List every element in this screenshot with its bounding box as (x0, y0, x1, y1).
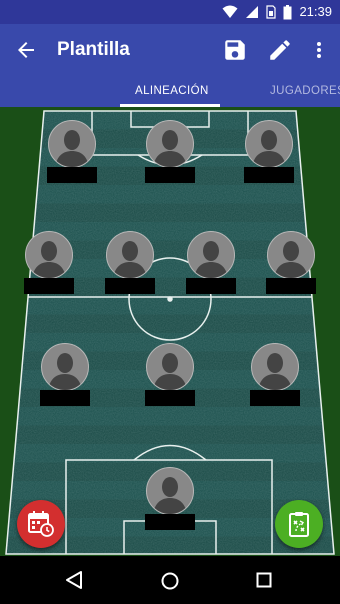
nav-back-icon[interactable] (64, 570, 84, 590)
avatar-silhouette-icon (274, 241, 308, 278)
avatar (146, 343, 194, 391)
avatar (146, 120, 194, 168)
battery-icon (283, 4, 292, 19)
player-name-label (145, 167, 195, 183)
app-bar: Plantilla (0, 24, 340, 76)
player-card-forward-center[interactable] (145, 120, 195, 184)
avatar-silhouette-icon (32, 241, 66, 278)
tab-bar: ALINEACIÓN JUGADORES (0, 76, 340, 107)
avatar-silhouette-icon (153, 477, 187, 514)
tactics-board-icon (289, 512, 309, 537)
sim-card-icon (266, 5, 277, 19)
player-card-defender-right[interactable] (250, 343, 300, 407)
tab-jugadores[interactable]: JUGADORES (270, 85, 340, 97)
player-name-label (186, 278, 236, 294)
player-card-forward-right[interactable] (244, 120, 294, 184)
player-card-goalkeeper[interactable] (145, 467, 195, 531)
player-name-label (24, 278, 74, 294)
avatar (48, 120, 96, 168)
status-icons: 21:39 (222, 3, 332, 21)
avatar (267, 231, 315, 279)
nav-home-icon[interactable] (160, 571, 180, 591)
avatar-silhouette-icon (153, 353, 187, 390)
avatar (106, 231, 154, 279)
status-bar: 21:39 (0, 0, 340, 24)
player-name-label (40, 390, 90, 406)
page-title: Plantilla (57, 39, 130, 60)
player-name-label (250, 390, 300, 406)
player-card-midfielder-4[interactable] (266, 231, 316, 295)
edit-pencil-icon[interactable] (267, 37, 293, 63)
wifi-icon (222, 5, 238, 18)
avatar-silhouette-icon (252, 130, 286, 167)
status-time: 21:39 (299, 4, 332, 19)
avatar-silhouette-icon (55, 130, 89, 167)
avatar (187, 231, 235, 279)
avatar-silhouette-icon (153, 130, 187, 167)
tactics-button[interactable] (275, 500, 323, 548)
avatar (41, 343, 89, 391)
player-card-midfielder-3[interactable] (186, 231, 236, 295)
signal-icon (246, 6, 259, 18)
avatar (25, 231, 73, 279)
avatar-silhouette-icon (258, 353, 292, 390)
calendar-button[interactable] (17, 500, 65, 548)
save-icon[interactable] (222, 37, 248, 63)
player-name-label (244, 167, 294, 183)
avatar (245, 120, 293, 168)
avatar (251, 343, 299, 391)
calendar-clock-icon (28, 511, 54, 537)
avatar (146, 467, 194, 515)
tab-alineacion[interactable]: ALINEACIÓN (135, 85, 209, 97)
nav-bar (0, 556, 340, 604)
player-name-label (105, 278, 155, 294)
back-arrow-icon[interactable] (14, 38, 38, 62)
player-name-label (145, 514, 195, 530)
player-card-defender-center[interactable] (145, 343, 195, 407)
player-name-label (47, 167, 97, 183)
nav-recent-icon[interactable] (256, 572, 272, 588)
player-card-forward-left[interactable] (47, 120, 97, 184)
avatar-silhouette-icon (48, 353, 82, 390)
more-vert-icon[interactable] (310, 38, 328, 62)
player-card-midfielder-2[interactable] (105, 231, 155, 295)
avatar-silhouette-icon (113, 241, 147, 278)
avatar-silhouette-icon (194, 241, 228, 278)
player-name-label (145, 390, 195, 406)
pitch (0, 107, 340, 556)
player-card-midfielder-1[interactable] (24, 231, 74, 295)
player-name-label (266, 278, 316, 294)
player-card-defender-left[interactable] (40, 343, 90, 407)
